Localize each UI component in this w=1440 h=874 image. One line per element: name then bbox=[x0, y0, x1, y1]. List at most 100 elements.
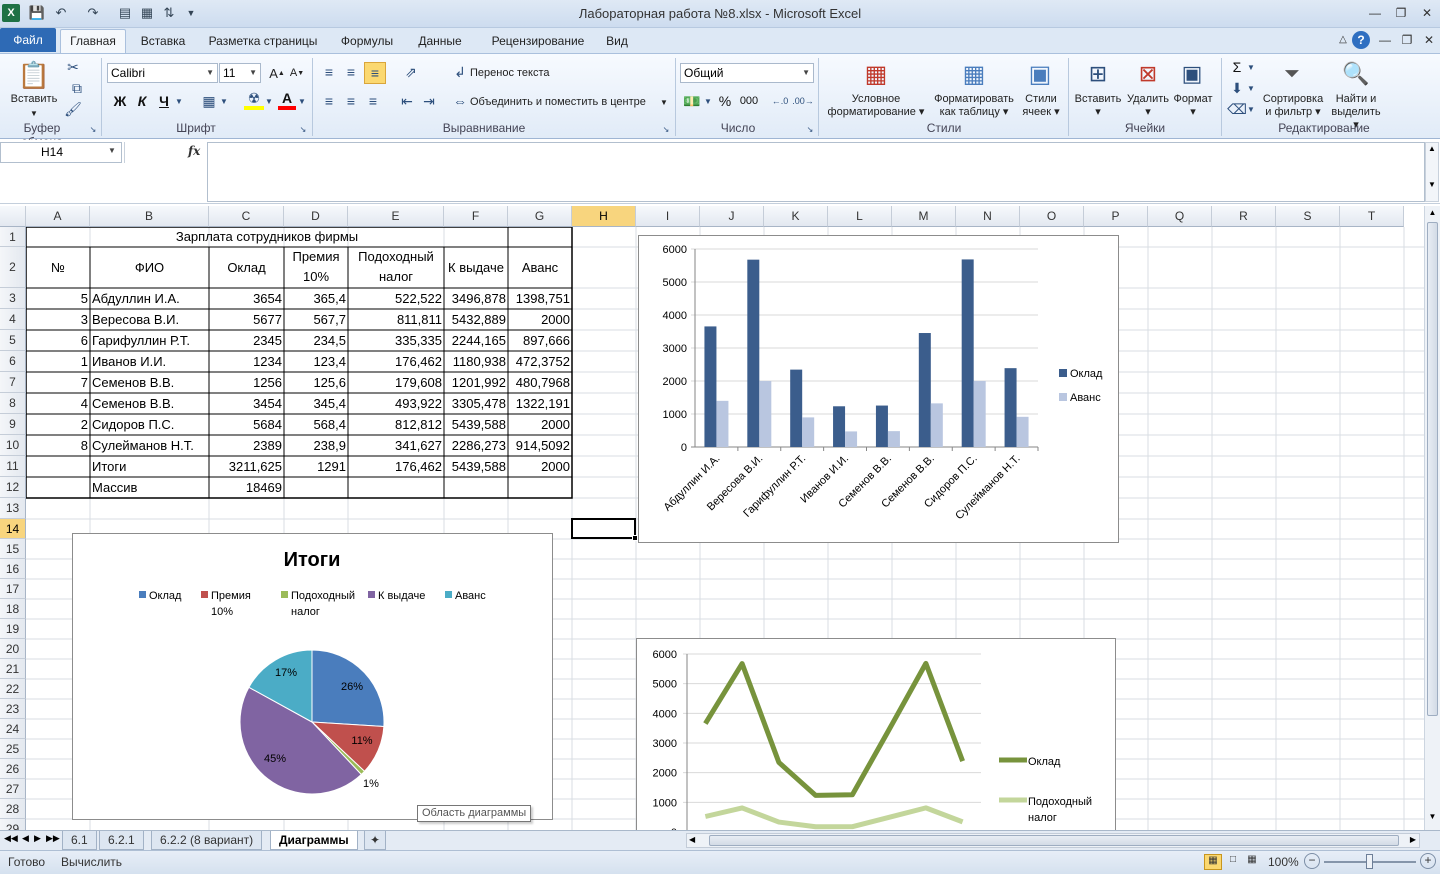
insert-sheet-icon[interactable]: ✦ bbox=[364, 831, 387, 850]
table-title[interactable]: Зарплата сотрудников фирмы bbox=[26, 227, 508, 247]
table-cell[interactable]: 2286,273 bbox=[444, 436, 508, 456]
cut-icon[interactable]: ✂ bbox=[64, 58, 82, 76]
autosum-icon[interactable]: Σ bbox=[1228, 58, 1246, 76]
table-cell[interactable]: 5684 bbox=[209, 415, 284, 435]
first-sheet-icon[interactable]: ◀◀ bbox=[4, 833, 18, 844]
row-header-19[interactable]: 19 bbox=[0, 619, 26, 639]
header-no[interactable]: № bbox=[26, 258, 90, 278]
zoom-level[interactable]: 100% bbox=[1268, 855, 1299, 869]
row-header-12[interactable]: 12 bbox=[0, 477, 26, 498]
wrap-text-button[interactable]: Перенос текста bbox=[470, 67, 550, 80]
table-cell[interactable]: 125,6 bbox=[284, 373, 348, 393]
underline-button[interactable]: Ч bbox=[155, 92, 173, 110]
line-chart[interactable]: 0100020003000400050006000ОкладПодоходный… bbox=[636, 638, 1116, 830]
row-header-25[interactable]: 25 bbox=[0, 739, 26, 759]
zoom-slider-thumb[interactable] bbox=[1366, 854, 1373, 869]
find-select-icon[interactable]: 🔍 bbox=[1340, 57, 1372, 91]
format-as-table-button[interactable]: Форматировать как таблицу ▾ bbox=[928, 93, 1020, 119]
close-icon[interactable]: ✕ bbox=[1416, 4, 1438, 22]
borders-icon[interactable]: ▦ bbox=[200, 92, 218, 110]
format-as-table-icon[interactable]: ▦ bbox=[958, 57, 990, 91]
scroll-up-icon[interactable]: ▲ bbox=[1425, 208, 1440, 217]
column-header-T[interactable]: T bbox=[1340, 206, 1404, 227]
conditional-formatting-button[interactable]: Условное форматирование ▾ bbox=[822, 93, 930, 119]
table-cell[interactable]: 341,627 bbox=[348, 436, 444, 456]
table-cell[interactable]: 5677 bbox=[209, 310, 284, 330]
conditional-formatting-icon[interactable]: ▦ bbox=[860, 57, 892, 91]
tab-insert[interactable]: Вставка bbox=[132, 32, 194, 53]
totals-cell[interactable]: 1291 bbox=[284, 457, 348, 477]
column-header-O[interactable]: O bbox=[1020, 206, 1084, 227]
row-header-1[interactable]: 1 bbox=[0, 227, 26, 247]
format-painter-icon[interactable]: 🖌 bbox=[64, 100, 82, 118]
header-tax[interactable]: Подоходный налог bbox=[348, 247, 444, 287]
percent-button[interactable]: % bbox=[716, 92, 734, 110]
table-cell[interactable]: 897,666 bbox=[508, 331, 572, 351]
table-cell[interactable]: 5432,889 bbox=[444, 310, 508, 330]
table-cell[interactable]: Семенов В.В. bbox=[90, 373, 209, 393]
table-cell[interactable]: 176,462 bbox=[348, 352, 444, 372]
row-header-2[interactable]: 2 bbox=[0, 247, 26, 288]
column-header-C[interactable]: C bbox=[209, 206, 284, 227]
merge-dropdown-icon[interactable]: ▼ bbox=[660, 96, 668, 109]
clear-dropdown-icon[interactable]: ▼ bbox=[1246, 102, 1256, 116]
column-header-L[interactable]: L bbox=[828, 206, 892, 227]
font-launcher-icon[interactable]: ↘ bbox=[298, 124, 308, 134]
table-cell[interactable]: Гарифуллин Р.Т. bbox=[90, 331, 209, 351]
align-right-icon[interactable]: ≡ bbox=[364, 92, 382, 110]
fill-color-icon[interactable]: ☢ bbox=[244, 90, 264, 110]
table-cell[interactable]: 493,922 bbox=[348, 394, 444, 414]
font-name-combo[interactable]: Calibri ▼ bbox=[107, 63, 218, 83]
shrink-font-icon[interactable]: A ▼ bbox=[288, 64, 306, 82]
increase-indent-icon[interactable]: ⇥ bbox=[420, 92, 438, 110]
paste-button[interactable]: Вставить bbox=[4, 93, 64, 106]
totals-cell[interactable]: 176,462 bbox=[348, 457, 444, 477]
column-header-K[interactable]: K bbox=[764, 206, 828, 227]
column-header-J[interactable]: J bbox=[700, 206, 764, 227]
italic-button[interactable]: К bbox=[133, 92, 151, 110]
status-calculate[interactable]: Вычислить bbox=[61, 855, 122, 869]
insert-cells-icon[interactable]: ⊞ bbox=[1082, 57, 1114, 91]
table-cell[interactable]: 2389 bbox=[209, 436, 284, 456]
borders-dropdown-icon[interactable]: ▼ bbox=[219, 94, 229, 108]
column-header-F[interactable]: F bbox=[444, 206, 508, 227]
row-header-13[interactable]: 13 bbox=[0, 498, 26, 519]
fill-handle[interactable] bbox=[632, 535, 638, 541]
paste-dropdown-icon[interactable]: ▼ bbox=[26, 107, 42, 120]
cell-styles-icon[interactable]: ▣ bbox=[1024, 57, 1056, 91]
font-color-dropdown-icon[interactable]: ▼ bbox=[297, 94, 307, 108]
zoom-out-icon[interactable]: − bbox=[1304, 853, 1320, 869]
bar-chart[interactable]: 0 1000 2000 3000 4000 5000 6000 Абдуллин И.А. Ве… bbox=[638, 235, 1119, 543]
row-header-14[interactable]: 14 bbox=[0, 519, 26, 539]
table-cell[interactable]: 2000 bbox=[508, 415, 572, 435]
minimize-icon[interactable]: — bbox=[1364, 4, 1386, 22]
row-header-16[interactable]: 16 bbox=[0, 559, 26, 579]
decrease-indent-icon[interactable]: ⇤ bbox=[398, 92, 416, 110]
totals-cell[interactable]: 3211,625 bbox=[209, 457, 284, 477]
align-center-icon[interactable]: ≡ bbox=[342, 92, 360, 110]
row-header-5[interactable]: 5 bbox=[0, 330, 26, 351]
cell-styles-button[interactable]: Стили ячеек ▾ bbox=[1018, 93, 1064, 119]
table-cell[interactable]: 365,4 bbox=[284, 289, 348, 309]
format-cells-icon[interactable]: ▣ bbox=[1176, 57, 1208, 91]
sort-filter-icon[interactable]: ⏷ bbox=[1276, 57, 1308, 91]
row-header-10[interactable]: 10 bbox=[0, 435, 26, 456]
table-cell[interactable]: 3654 bbox=[209, 289, 284, 309]
align-top-icon[interactable]: ≡ bbox=[320, 63, 338, 81]
table-cell[interactable]: Сидоров П.С. bbox=[90, 415, 209, 435]
row-header-24[interactable]: 24 bbox=[0, 719, 26, 739]
last-sheet-icon[interactable]: ▶▶ bbox=[46, 833, 60, 844]
table-cell[interactable]: Сулейманов Н.Т. bbox=[90, 436, 209, 456]
table-cell[interactable]: 238,9 bbox=[284, 436, 348, 456]
restore-icon[interactable]: ❐ bbox=[1390, 4, 1412, 22]
align-bottom-icon[interactable]: ≡ bbox=[364, 62, 386, 84]
table-cell[interactable]: 4 bbox=[26, 394, 90, 414]
merge-center-button[interactable]: Объединить и поместить в центре bbox=[470, 96, 646, 109]
row-header-17[interactable]: 17 bbox=[0, 579, 26, 599]
column-header-D[interactable]: D bbox=[284, 206, 348, 227]
page-break-view-icon[interactable]: ▦ bbox=[1244, 854, 1260, 870]
tab-page-layout[interactable]: Разметка страницы bbox=[200, 32, 326, 53]
row-header-11[interactable]: 11 bbox=[0, 456, 26, 477]
tab-data[interactable]: Данные bbox=[408, 32, 472, 53]
table-cell[interactable]: 1234 bbox=[209, 352, 284, 372]
